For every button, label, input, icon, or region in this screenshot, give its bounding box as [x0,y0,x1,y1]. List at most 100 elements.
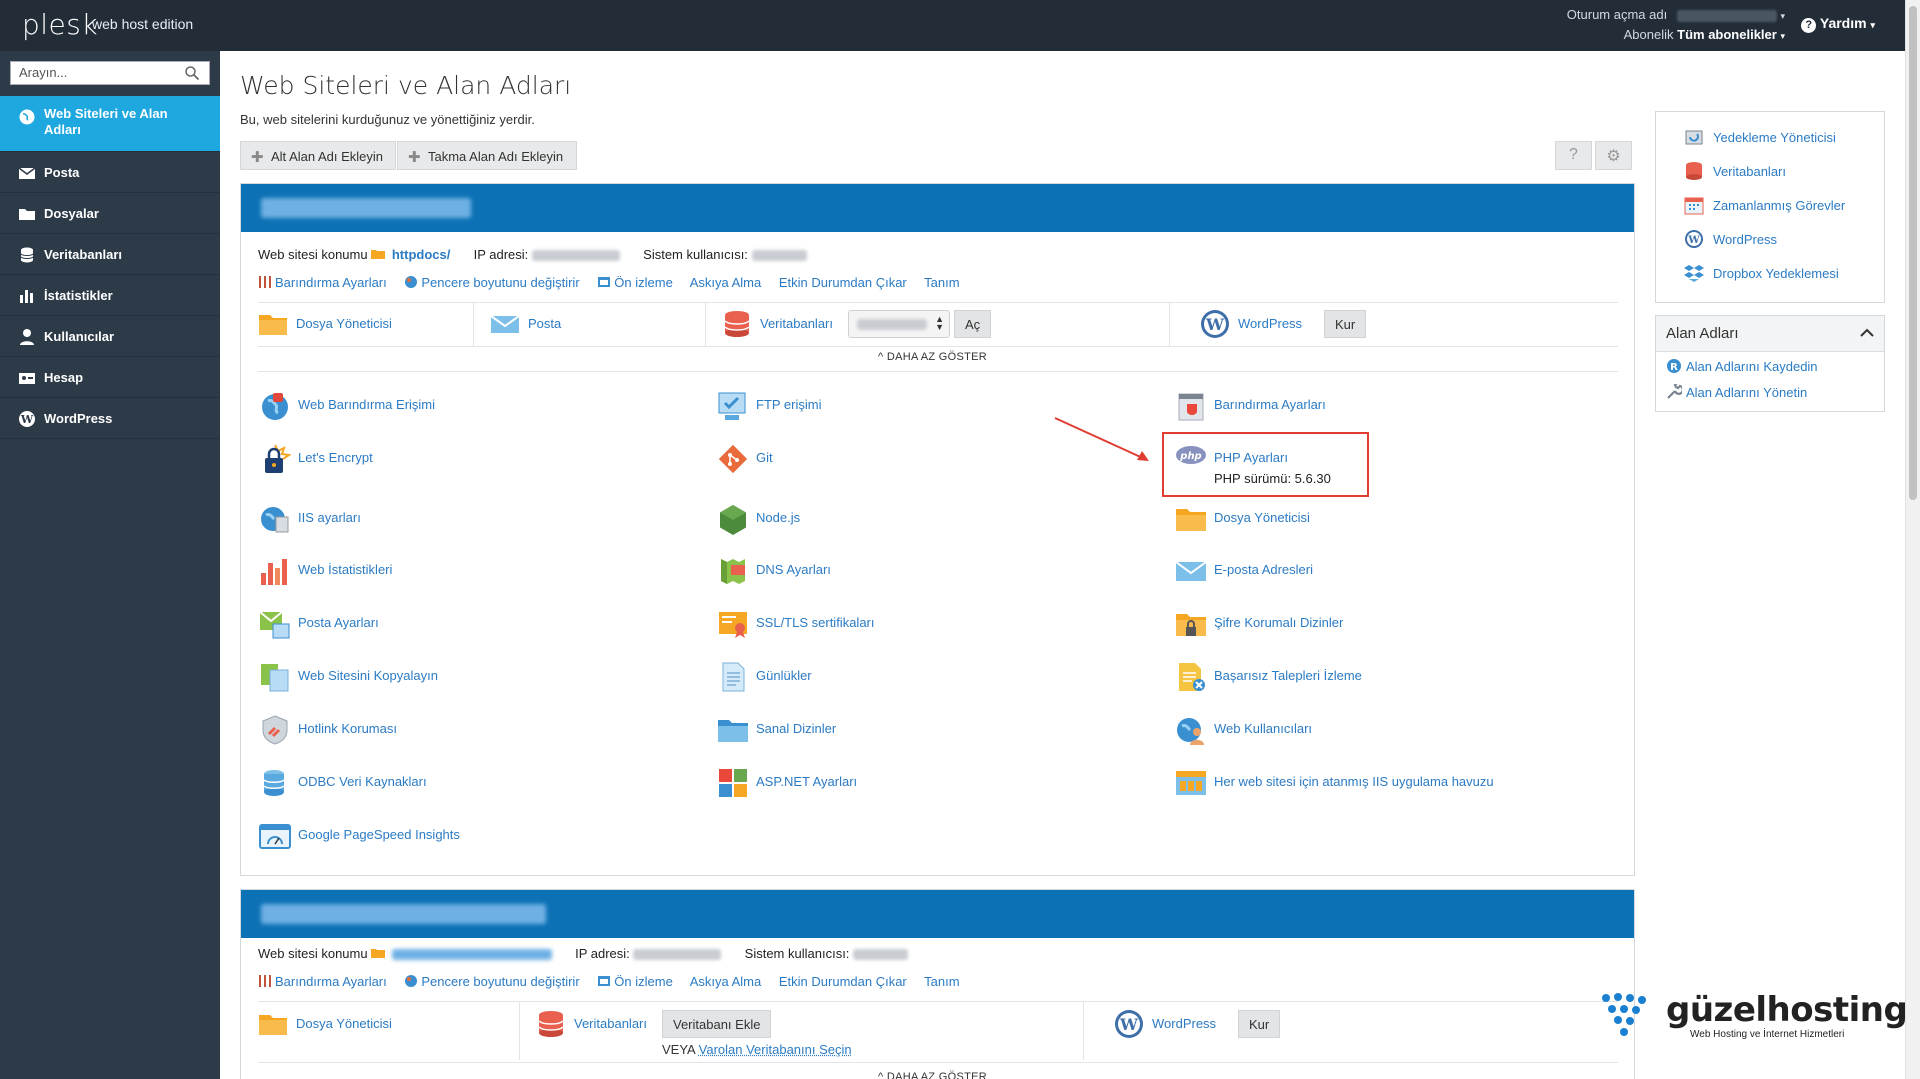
quick-mail[interactable]: Posta [490,302,706,346]
rp-label: Yedekleme Yöneticisi [1713,130,1836,145]
add-database-button[interactable]: Veritabanı Ekle [662,1010,772,1038]
databases-link[interactable]: Veritabanları [574,1016,647,1031]
sidebar-item-wordpress[interactable]: W WordPress [0,398,220,439]
install-wordpress-button[interactable]: Kur [1324,310,1367,338]
system-user-label: Sistem kullanıcısı: [744,946,850,961]
description-link[interactable]: Tanım [924,974,959,989]
sidebar-item-statistics[interactable]: İstatistikler [0,275,220,316]
pagespeed-icon [259,824,291,849]
plesk-logo[interactable]: plesk [22,8,98,41]
tool-label: ODBC Veri Kaynakları [298,774,427,789]
quick-databases: Veritabanları Veritabanı Ekle VEYA Varol… [536,1002,1084,1060]
sidebar-item-label: Hesap [44,370,84,385]
database-icon [20,247,34,263]
database-icon [1686,162,1702,180]
tool-label: Her web sitesi için atanmış IIS uygulama… [1214,774,1494,789]
suspend-link[interactable]: Askıya Alma [690,275,762,290]
sidebar-item-websites[interactable]: Web Siteleri ve Alan Adları [0,96,220,152]
login-menu[interactable]: Oturum açma adı ▾ [1567,7,1785,22]
page-scrollbar[interactable] [1905,0,1920,1079]
wordpress-link[interactable]: WordPress [1152,1016,1216,1031]
sidebar-item-databases[interactable]: Veritabanları [0,234,220,275]
sidebar-item-mail[interactable]: Posta [0,152,220,193]
install-wordpress-button[interactable]: Kur [1238,1010,1281,1038]
quick-access-row: Dosya Yöneticisi Veritabanları Veritaban… [258,1002,1618,1060]
httpdocs-link[interactable]: httpdocs/ [392,247,451,262]
help-label: Yardım [1819,15,1867,31]
tool-label: Web Barındırma Erişimi [298,397,436,412]
svg-text:W: W [1119,1015,1139,1034]
scrollbar-thumb[interactable] [1909,6,1917,500]
wordpress-icon: W [1685,230,1703,248]
wordpress-link[interactable]: WordPress [1238,316,1302,331]
sidebar-item-account[interactable]: Hesap [0,357,220,398]
help-menu[interactable]: ? Yardım ▾ [1801,15,1875,33]
chevron-down-icon: ▾ [1780,11,1785,21]
open-database-button[interactable]: Aç [954,310,992,338]
domains-panel: Alan Adları R Alan Adlarını Kaydedin Ala… [1655,315,1885,412]
preview-link[interactable]: Ön izleme [614,974,673,989]
hosting-settings-link[interactable]: Barındırma Ayarları [275,275,387,290]
dropbox-icon [1684,265,1704,282]
folder-icon [1176,509,1206,531]
search-icon[interactable] [184,65,200,81]
wordpress-icon: W [1201,310,1229,338]
bar-chart-icon [261,559,287,585]
sidebar-item-files[interactable]: Dosyalar [0,193,220,234]
domain-name-redacted[interactable] [261,198,471,218]
add-subdomain-button[interactable]: ✚ Alt Alan Adı Ekleyin [240,141,396,170]
description-link[interactable]: Tanım [924,275,959,290]
quick-file-manager[interactable]: Dosya Yöneticisi [258,1002,520,1060]
database-name-redacted [857,319,927,330]
resize-link[interactable]: Pencere boyutunu değiştirir [421,974,579,989]
sidebar: Arayın... Web Siteleri ve Alan Adları Po… [0,51,220,1079]
help-button[interactable]: ? [1555,141,1592,170]
failed-request-icon [1179,663,1205,691]
plus-icon: ✚ [408,149,421,166]
sidebar-item-users[interactable]: Kullanıcılar [0,316,220,357]
domain-name-redacted[interactable] [261,904,546,924]
mail-icon [490,315,520,333]
domains-panel-header[interactable]: Alan Adları [1656,316,1884,352]
tool-label: Dosya Yöneticisi [1214,510,1310,525]
disable-link[interactable]: Etkin Durumdan Çıkar [779,275,907,290]
website-links-row: Barındırma Ayarları Pencere boyutunu değ… [258,275,974,290]
quick-wordpress: W WordPress Kur [1100,1002,1400,1060]
show-less-toggle[interactable]: ^ DAHA AZ GÖSTER [878,1071,987,1079]
quick-file-manager[interactable]: Dosya Yöneticisi [258,302,474,346]
wrench-icon [1667,384,1682,399]
card-header[interactable] [241,184,1634,232]
settings-button[interactable]: ⚙ [1595,141,1632,170]
tool-label: Let's Encrypt [298,450,373,465]
disable-link[interactable]: Etkin Durumdan Çıkar [779,974,907,989]
database-select[interactable]: ▲ ▼ [848,310,950,338]
search-input[interactable]: Arayın... [10,61,210,85]
show-less-toggle[interactable]: ^ DAHA AZ GÖSTER [878,351,987,363]
suspend-link[interactable]: Askıya Alma [690,974,762,989]
tool-label: Web Kullanıcıları [1214,721,1313,736]
databases-link[interactable]: Veritabanları [760,316,833,331]
database-icon [538,1011,564,1037]
resize-link[interactable]: Pencere boyutunu değiştirir [421,275,579,290]
card-header[interactable] [241,890,1634,938]
ip-label: IP adresi: [575,946,630,961]
select-existing-database-link[interactable]: Varolan Veritabanını Seçin [699,1042,852,1057]
plus-icon: ✚ [251,149,264,166]
tool-label: Google PageSpeed Insights [298,827,460,842]
tool-label: Barındırma Ayarları [1214,397,1326,412]
hosting-settings-link[interactable]: Barındırma Ayarları [275,974,387,989]
tool-label: Günlükler [756,668,812,683]
brand-tagline: Web Hosting ve İnternet Hizmetleri [1690,1029,1845,1040]
preview-link[interactable]: Ön izleme [614,275,673,290]
website-info-row: Web sitesi konumu IP adresi: Sistem kull… [258,946,909,961]
mail-icon [18,167,36,179]
location-redacted[interactable] [391,949,552,961]
subscription-menu[interactable]: Abonelik Tüm abonelikler ▾ [1624,27,1785,42]
tool-label: ASP.NET Ayarları [756,774,858,789]
sidebar-item-label: Web Siteleri ve Alan Adları [44,106,168,137]
user-icon [20,329,34,345]
quick-databases: Veritabanları ▲ ▼ Aç [722,302,1170,346]
chevron-down-icon: ▾ [1780,31,1785,41]
brand-dots-icon [1602,993,1646,1036]
add-alias-button[interactable]: ✚ Takma Alan Adı Ekleyin [397,141,577,170]
